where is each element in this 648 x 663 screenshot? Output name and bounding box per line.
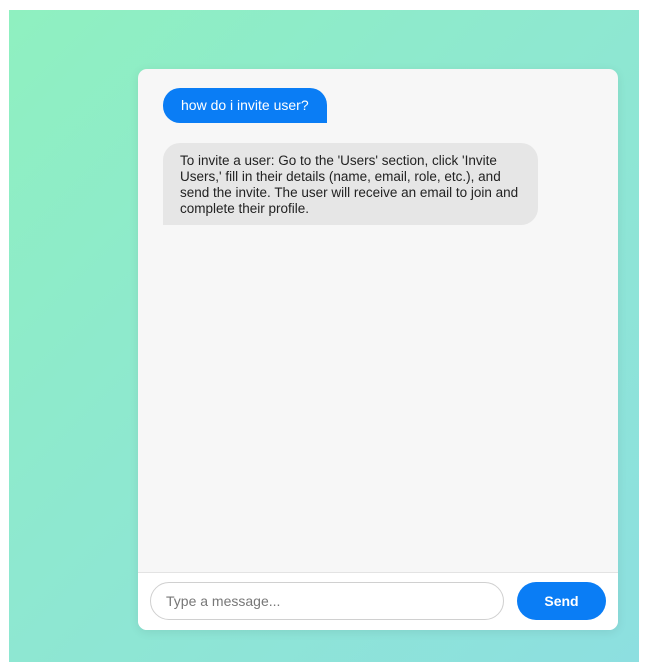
message-composer: Send (138, 572, 618, 630)
message-list: how do i invite user? To invite a user: … (138, 69, 618, 572)
assistant-message-bubble: To invite a user: Go to the 'Users' sect… (163, 143, 538, 225)
chat-window: how do i invite user? To invite a user: … (138, 69, 618, 630)
message-input[interactable] (150, 582, 504, 620)
send-button[interactable]: Send (517, 582, 606, 620)
user-message-bubble: how do i invite user? (163, 88, 327, 123)
